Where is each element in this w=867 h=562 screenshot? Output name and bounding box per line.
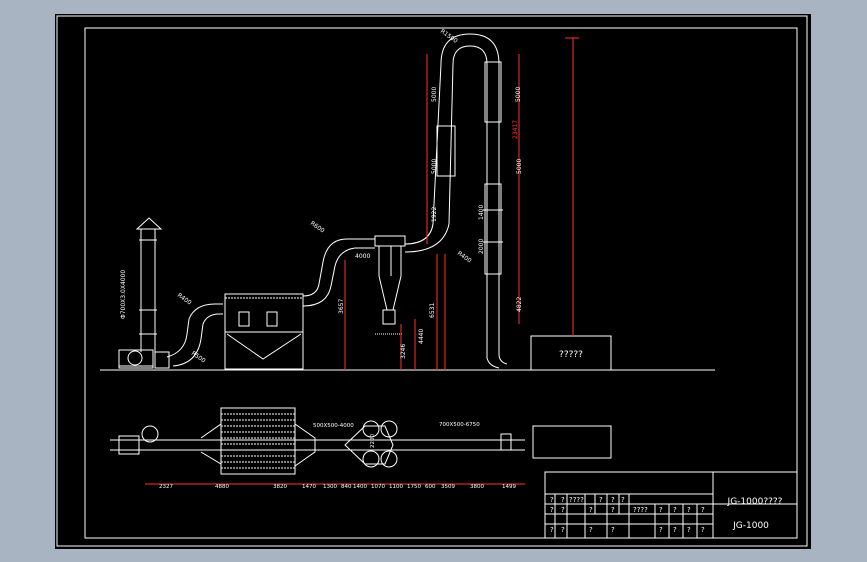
- plan-label-duct-a: 500X500-4000: [313, 423, 354, 429]
- dim-riser-d: 5000: [516, 159, 523, 174]
- plan-dim-1: 4880: [215, 484, 229, 490]
- plan-dim-13: 1499: [502, 484, 516, 490]
- tb-r1-c2: ????: [569, 496, 584, 504]
- exhaust-stack: [135, 217, 163, 352]
- tb-r3-c7: ?: [701, 526, 705, 534]
- dim-riser-b: 5000: [431, 159, 438, 174]
- tb-r1-c0: ?: [550, 496, 554, 504]
- baghouse-filter: [224, 293, 304, 370]
- dim-inlet-b: R400: [176, 292, 193, 307]
- tb-r2-c8: ?: [701, 506, 705, 514]
- plan-dim-7: 1070: [371, 484, 385, 490]
- tb-r3-c2: ?: [589, 526, 593, 534]
- drawing-canvas: ????? 23417 5000 5000 5000 5000 1922 140…: [56, 15, 808, 547]
- elevation-dim-texts: 23417 5000 5000 5000 5000 1922 1400 2000…: [120, 28, 523, 365]
- dim-inlet-d: R400: [456, 250, 473, 265]
- plan-dim-4: 1300: [323, 484, 337, 490]
- duct-baghouse-to-cyclone: [302, 238, 375, 307]
- tb-r2-c5: ?: [659, 506, 663, 514]
- plan-dim-2: 3820: [273, 484, 287, 490]
- plan-dim-12: 3800: [470, 484, 484, 490]
- plan-view: [110, 407, 612, 475]
- plan-dim-texts: 2327 4880 3820 1470 1300 840 1400 1070 1…: [159, 422, 516, 490]
- plan-label-cyclone: 2200: [370, 434, 376, 448]
- dim-mid-a: 1922: [431, 207, 438, 222]
- plan-dim-6: 1400: [353, 484, 367, 490]
- dim-top: R1500: [439, 28, 459, 45]
- dim-mid-c: 2000: [478, 239, 485, 254]
- dim-riser-c: 5000: [515, 87, 522, 102]
- dim-low-a: 4822: [516, 297, 523, 312]
- tb-r3-c3: ?: [611, 526, 615, 534]
- tb-r1-c3: ?: [599, 496, 603, 504]
- dim-inlet-c: R500: [190, 350, 207, 365]
- dim-mid-b: 1400: [478, 205, 485, 220]
- plan-dim-9: 1750: [407, 484, 421, 490]
- plan-dim-5: 840: [341, 484, 352, 490]
- tb-r1-c4: ?: [611, 496, 615, 504]
- dimension-lines: [344, 37, 579, 370]
- dim-low-e: 3657: [338, 299, 345, 314]
- dim-total-height: 23417: [512, 120, 519, 139]
- dim-low-b: 6531: [429, 303, 436, 318]
- tb-r2-c4: ????: [633, 506, 648, 514]
- inner-border: [84, 27, 798, 539]
- drawing-number: JG-1000: [732, 521, 769, 531]
- plan-dim-0: 2327: [159, 484, 173, 490]
- cyclone-separator: [374, 235, 406, 335]
- plan-dim-3: 1470: [302, 484, 316, 490]
- tb-r3-c4: ?: [659, 526, 663, 534]
- drawing-title: JG-1000????: [727, 497, 783, 507]
- tb-r3-c0: ?: [550, 526, 554, 534]
- tb-r3-c5: ?: [673, 526, 677, 534]
- plan-dim-11: 3509: [441, 484, 455, 490]
- plan-dim-8: 1100: [389, 484, 403, 490]
- fan-unit: [118, 349, 170, 369]
- cad-viewport[interactable]: ????? 23417 5000 5000 5000 5000 1922 140…: [55, 14, 811, 549]
- equipment-box-elevation: ?????: [530, 335, 612, 371]
- tb-r3-c6: ?: [687, 526, 691, 534]
- tb-r2-c3: ?: [611, 506, 615, 514]
- tb-r3-c1: ?: [561, 526, 565, 534]
- tb-r2-c6: ?: [673, 506, 677, 514]
- dim-low-d: 3246: [400, 344, 407, 359]
- plan-dim-10: 600: [425, 484, 436, 490]
- tb-r2-c2: ?: [589, 506, 593, 514]
- dim-low-f: 4000: [355, 253, 370, 260]
- dim-low-c: 4440: [418, 329, 425, 344]
- riser-loop: [404, 33, 508, 369]
- tb-r2-c0: ?: [550, 506, 554, 514]
- equipment-label: ?????: [559, 350, 583, 360]
- tb-r2-c1: ?: [561, 506, 565, 514]
- dim-inlet-a: R600: [309, 220, 326, 235]
- dim-riser-a: 5000: [431, 87, 438, 102]
- tb-r1-c5: ?: [621, 496, 625, 504]
- dim-stack: Φ700X3.0X4000: [120, 270, 127, 319]
- tb-r2-c7: ?: [687, 506, 691, 514]
- tb-r1-c1: ?: [561, 496, 565, 504]
- plan-label-duct-b: 700X500-6750: [439, 422, 480, 428]
